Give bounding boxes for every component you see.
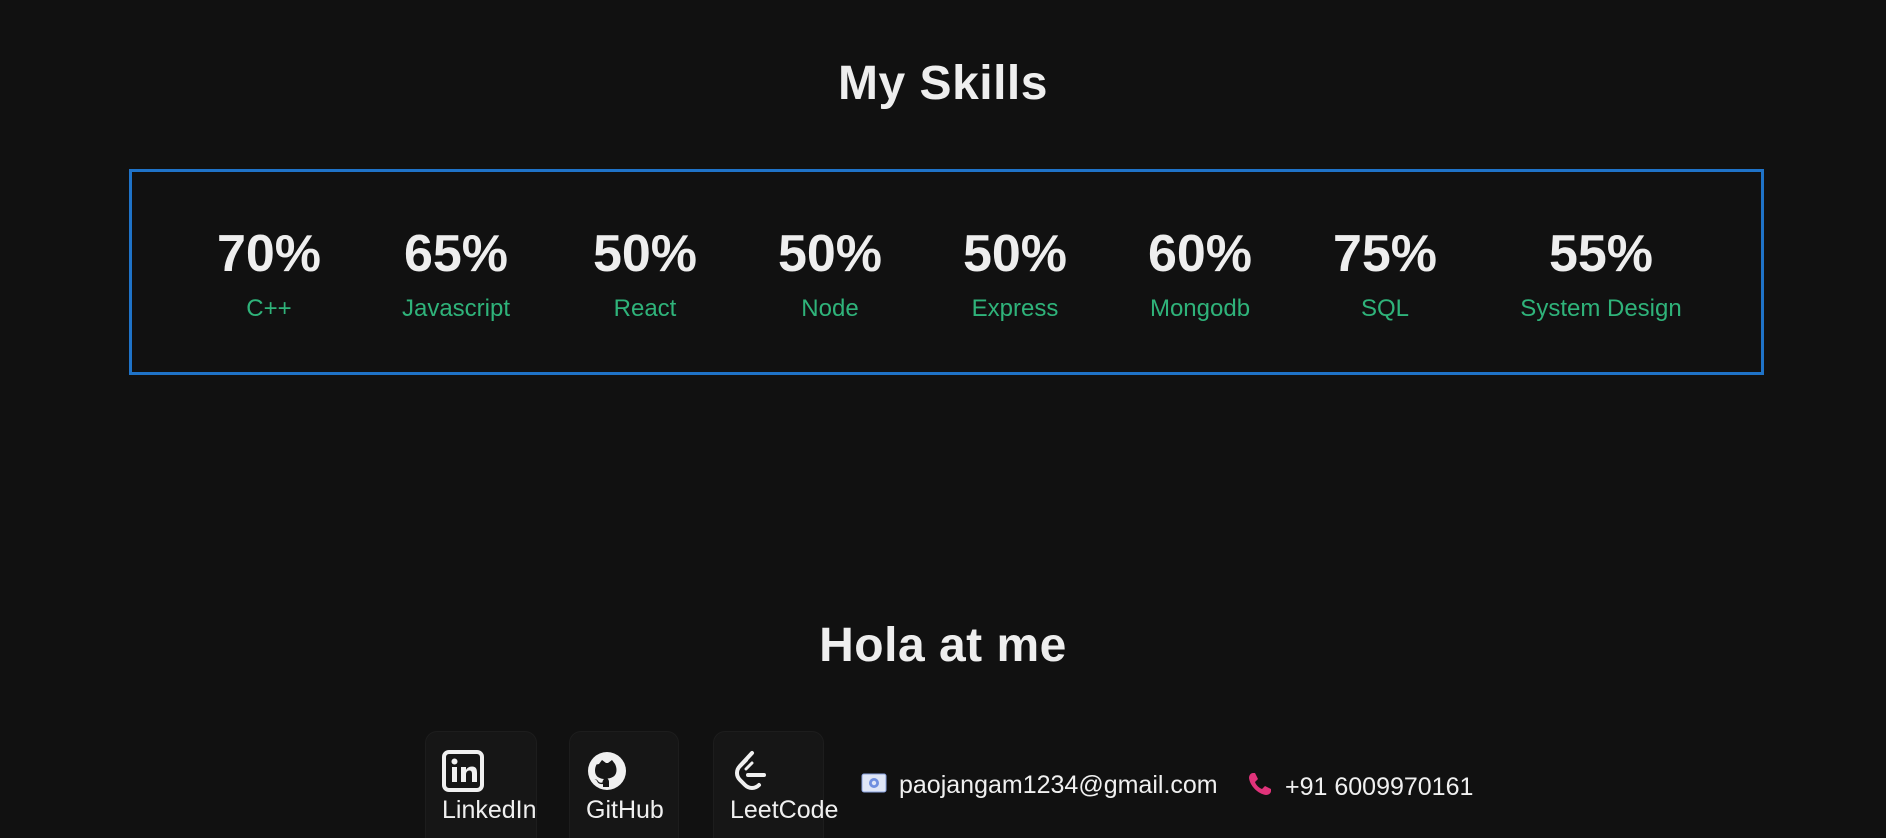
skill-percentage: 65%: [403, 225, 509, 283]
leetcode-link[interactable]: LeetCode: [713, 731, 838, 838]
phone-text: +91 6009970161: [1285, 773, 1474, 801]
phone-contact[interactable]: +91 6009970161: [1247, 771, 1473, 804]
skills-panel: 70% C++ 65% Javascript 50% React 50% Nod…: [129, 169, 1764, 375]
email-text: paojangam1234@gmail.com: [899, 771, 1218, 799]
skill-label: Mongodb: [1149, 295, 1251, 322]
skill-item-javascript: 65% Javascript: [402, 224, 510, 324]
skill-percentage: 70%: [216, 225, 322, 283]
skill-item-mongodb: 60% Mongodb: [1148, 224, 1252, 324]
contact-links: LinkedIn GitHub LeetCode paojangam1234@g…: [0, 731, 1886, 838]
github-link[interactable]: GitHub: [569, 731, 679, 838]
github-label: GitHub: [586, 796, 664, 824]
linkedin-icon: [442, 750, 484, 792]
skill-percentage: 60%: [1147, 225, 1253, 283]
skill-percentage: 55%: [1548, 225, 1654, 283]
linkedin-label: LinkedIn: [442, 796, 537, 824]
skill-item-cpp: 70% C++: [217, 224, 321, 324]
skills-section-title: My Skills: [838, 57, 1048, 110]
contact-section-title: Hola at me: [819, 619, 1067, 672]
skill-percentage: 50%: [962, 225, 1068, 283]
skill-percentage: 75%: [1332, 225, 1438, 283]
skill-item-node: 50% Node: [778, 224, 882, 324]
linkedin-link[interactable]: LinkedIn: [425, 731, 537, 838]
skill-label: C++: [246, 295, 292, 322]
portfolio-page: My Skills 70% C++ 65% Javascript 50% Rea…: [0, 0, 1886, 838]
skill-percentage: 50%: [592, 225, 698, 283]
skill-label: React: [613, 295, 677, 322]
email-icon: [861, 771, 887, 800]
skill-item-express: 50% Express: [963, 224, 1067, 324]
skill-item-sql: 75% SQL: [1333, 224, 1437, 324]
leetcode-label: LeetCode: [730, 796, 839, 824]
github-icon: [586, 750, 628, 792]
skill-label: System Design: [1520, 295, 1682, 322]
skill-item-react: 50% React: [593, 224, 697, 324]
email-contact[interactable]: paojangam1234@gmail.com: [861, 771, 1218, 800]
skill-item-system-design: 55% System Design: [1520, 224, 1681, 324]
skill-label: Node: [801, 295, 859, 322]
skill-label: Express: [971, 295, 1059, 322]
skill-percentage: 50%: [777, 225, 883, 283]
skill-label: SQL: [1360, 295, 1410, 322]
skill-label: Javascript: [401, 295, 511, 322]
leetcode-icon: [730, 750, 772, 792]
phone-icon: [1247, 771, 1273, 804]
